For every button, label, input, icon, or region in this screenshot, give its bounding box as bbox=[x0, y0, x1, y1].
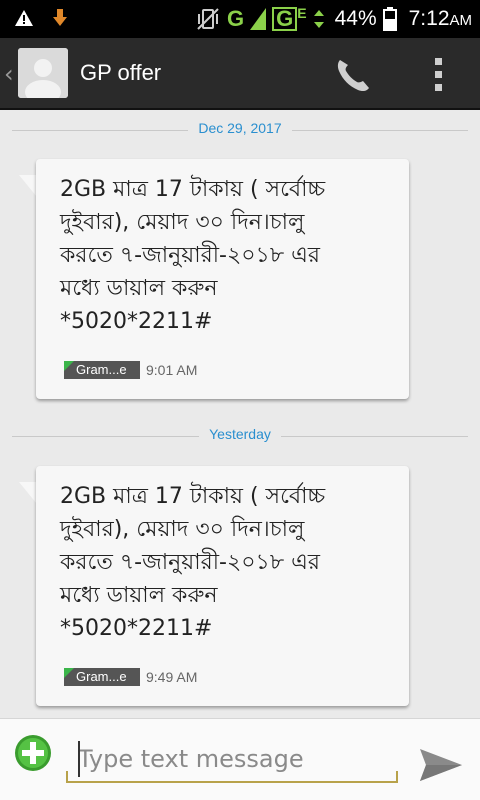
warning-icon bbox=[15, 10, 33, 26]
message-line: *5020*2211# bbox=[60, 616, 213, 641]
message-time: 9:01 AM bbox=[146, 362, 198, 378]
sim-badge: Gram...e bbox=[64, 361, 140, 379]
message-list[interactable]: Dec 29, 2017 2GB মাত্র 17 টাকায় ( সর্বো… bbox=[0, 110, 480, 718]
status-bar: G G E 44% 7:12AM bbox=[0, 0, 480, 38]
call-button[interactable] bbox=[330, 52, 376, 98]
send-icon bbox=[420, 749, 462, 781]
input-underline-right bbox=[396, 771, 398, 783]
message-bubble[interactable]: 2GB মাত্র 17 টাকায় ( সর্বোচ্চ দুইবার), … bbox=[36, 159, 409, 399]
message-input[interactable] bbox=[66, 737, 398, 783]
clock: 7:12AM bbox=[409, 7, 472, 31]
signal-icon bbox=[250, 8, 267, 30]
conversation-title: GP offer bbox=[80, 60, 162, 85]
message-line: করতে ৭-জানুয়ারী-২০১৮ এর bbox=[60, 550, 320, 575]
text-cursor bbox=[78, 741, 80, 777]
send-button[interactable] bbox=[416, 745, 466, 785]
battery-icon bbox=[382, 7, 397, 31]
date-separator: Yesterday bbox=[12, 426, 468, 446]
contact-avatar[interactable] bbox=[18, 48, 68, 98]
message-text: 2GB মাত্র 17 টাকায় ( সর্বোচ্চ দুইবার), … bbox=[60, 480, 400, 645]
message-line: মধ্যে ডায়াল করুন bbox=[60, 276, 218, 301]
data-activity-icon bbox=[313, 10, 324, 28]
message-line: দুইবার), মেয়াদ ৩০ দিন।চালু bbox=[60, 517, 305, 542]
message-line: মধ্যে ডায়াল করুন bbox=[60, 583, 218, 608]
network-type-label: G bbox=[227, 6, 245, 31]
battery-percent: 44% bbox=[334, 7, 377, 30]
vibrate-icon bbox=[197, 8, 219, 30]
message-text: 2GB মাত্র 17 টাকায় ( সর্বোচ্চ দুইবার), … bbox=[60, 173, 400, 338]
message-bubble[interactable]: 2GB মাত্র 17 টাকায় ( সর্বোচ্চ দুইবার), … bbox=[36, 466, 409, 706]
message-line: *5020*2211# bbox=[60, 309, 213, 334]
back-chevron-icon[interactable]: ‹ bbox=[4, 60, 14, 88]
date-label: Dec 29, 2017 bbox=[188, 120, 292, 136]
message-line: 2GB মাত্র 17 টাকায় ( সর্বোচ্চ bbox=[60, 177, 326, 202]
bubble-tail bbox=[19, 482, 37, 504]
overflow-menu-button[interactable] bbox=[428, 56, 448, 94]
overflow-menu-icon bbox=[435, 58, 442, 65]
date-label: Yesterday bbox=[199, 426, 281, 442]
input-underline-left bbox=[66, 771, 68, 783]
clock-ampm: AM bbox=[449, 12, 473, 29]
attach-button[interactable] bbox=[14, 734, 52, 772]
message-line: দুইবার), মেয়াদ ৩০ দিন।চালু bbox=[60, 210, 305, 235]
message-line: 2GB মাত্র 17 টাকায় ( সর্বোচ্চ bbox=[60, 484, 326, 509]
phone-icon bbox=[337, 60, 369, 92]
app-bar: ‹ GP offer bbox=[0, 38, 480, 110]
person-icon bbox=[18, 48, 68, 98]
message-line: করতে ৭-জানুয়ারী-২০১৮ এর bbox=[60, 243, 320, 268]
bubble-tail bbox=[19, 175, 37, 197]
compose-bar bbox=[0, 718, 480, 800]
sim-badge: Gram...e bbox=[64, 668, 140, 686]
network-edge-label: E bbox=[297, 5, 307, 21]
download-icon bbox=[53, 9, 67, 26]
add-icon bbox=[15, 735, 51, 771]
message-time: 9:49 AM bbox=[146, 669, 198, 685]
date-separator: Dec 29, 2017 bbox=[12, 120, 468, 140]
network-type-box-label: G bbox=[272, 7, 298, 31]
clock-time: 7:12 bbox=[408, 7, 450, 30]
